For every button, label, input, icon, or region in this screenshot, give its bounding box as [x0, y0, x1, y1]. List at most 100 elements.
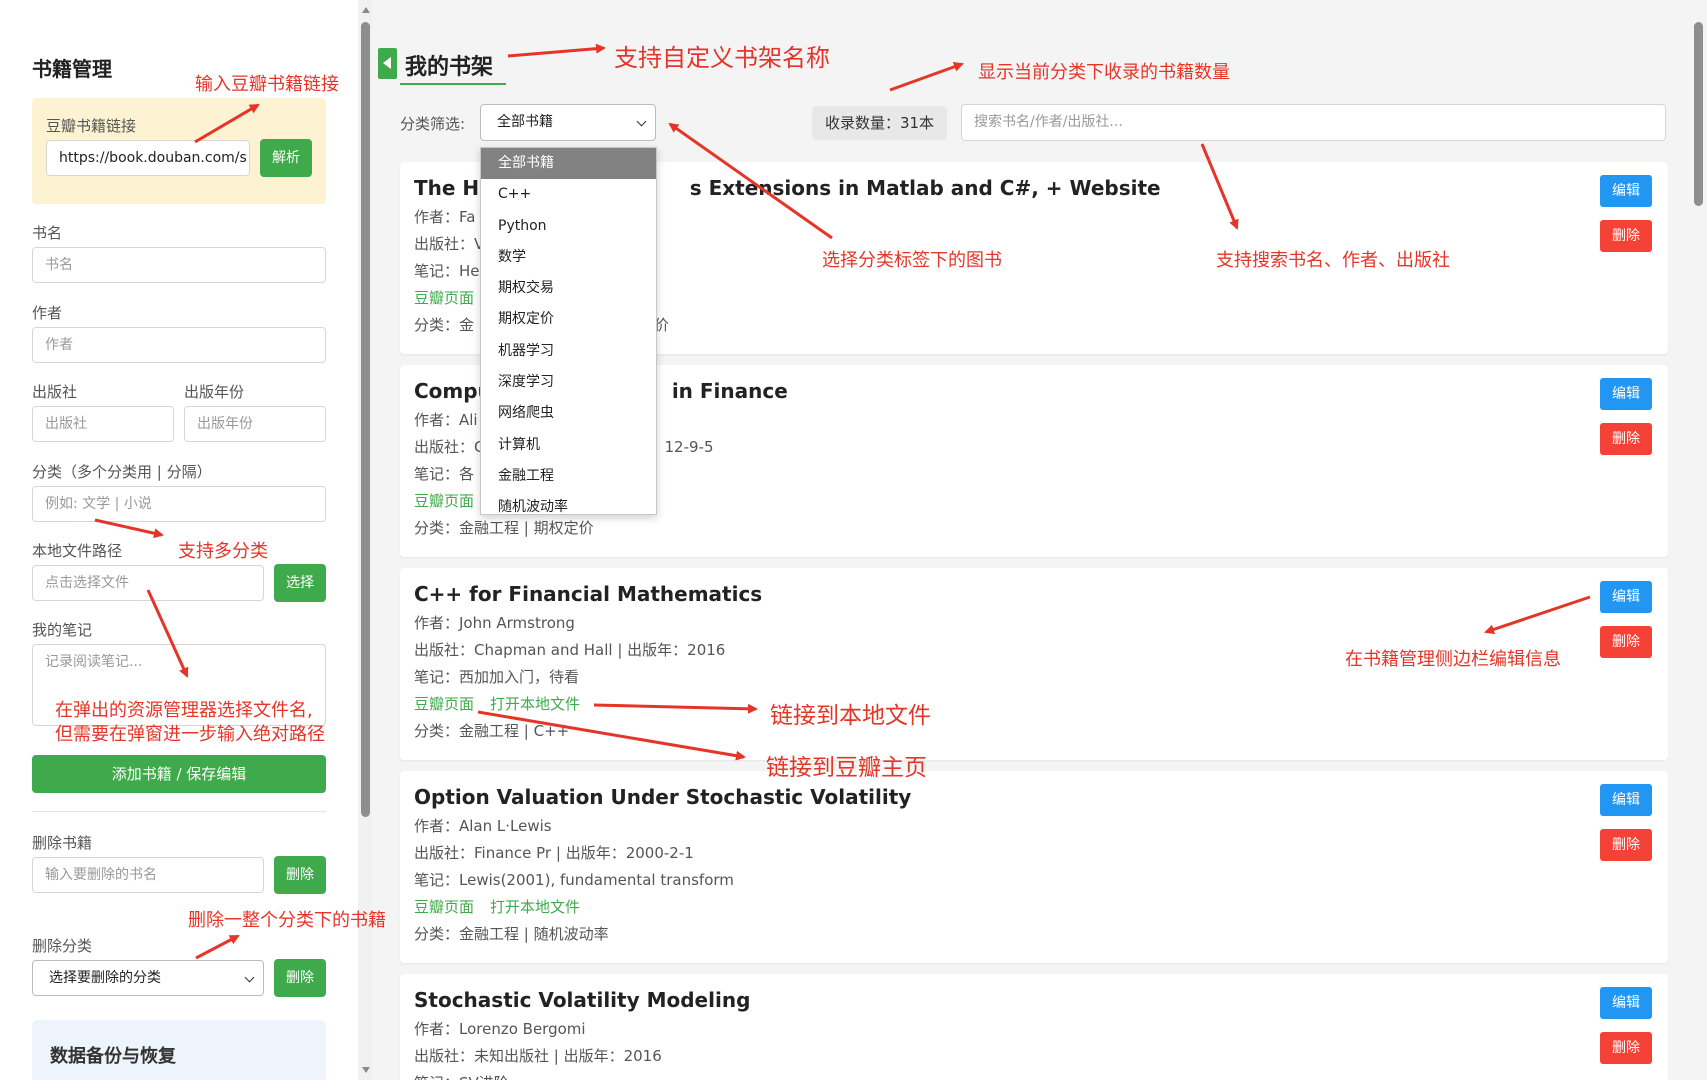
- annotation-text: 支持自定义书架名称: [614, 44, 830, 72]
- delete-category-select-value: 选择要删除的分类: [49, 970, 161, 986]
- dropdown-option[interactable]: 深度学习: [481, 367, 656, 398]
- annotation-text: 删除一整个分类下的书籍: [188, 910, 386, 931]
- delete-button[interactable]: 删除: [1600, 829, 1652, 861]
- book-category: 分类：金融工程 | C++: [414, 722, 570, 740]
- book-author: 作者：John Armstrong: [414, 614, 575, 632]
- book-publisher: 出版社：Chapman and Hall | 出版年：2016: [414, 641, 726, 659]
- category-filter-select[interactable]: 全部书籍: [480, 104, 656, 141]
- category-filter-value: 全部书籍: [497, 114, 553, 130]
- book-title: C++ for Financial Mathematics: [414, 582, 763, 606]
- book-notes: 笔记：Lewis(2001), fundamental transform: [414, 871, 734, 889]
- delete-button[interactable]: 删除: [1600, 1032, 1652, 1064]
- book-name-input[interactable]: 书名: [32, 247, 326, 283]
- delete-book-label: 删除书籍: [32, 834, 93, 852]
- page-scrollbar-thumb[interactable]: [1694, 22, 1703, 206]
- book-author: 作者：Alan L·Lewis: [414, 817, 552, 835]
- book-notes: 笔记：SV进阶: [414, 1072, 509, 1080]
- delete-button[interactable]: 删除: [1600, 423, 1652, 455]
- chevron-down-icon: [244, 972, 255, 983]
- file-path-input[interactable]: 点击选择文件: [32, 565, 264, 601]
- annotation-text: 链接到本地文件: [770, 703, 931, 729]
- dropdown-option[interactable]: 全部书籍: [481, 148, 656, 180]
- author-input[interactable]: 作者: [32, 327, 326, 363]
- open-local-file-link[interactable]: 打开本地文件: [490, 898, 580, 916]
- edit-button[interactable]: 编辑: [1600, 378, 1652, 410]
- dropdown-option[interactable]: Python: [481, 211, 656, 242]
- book-author: 作者：Fa: [414, 208, 476, 226]
- book-publisher: 出版社：未知出版社 | 出版年：2016: [414, 1047, 662, 1065]
- delete-category-label: 删除分类: [32, 937, 93, 955]
- choose-file-button[interactable]: 选择: [274, 564, 326, 602]
- dropdown-option[interactable]: 随机波动率: [481, 492, 656, 523]
- dropdown-option[interactable]: 计算机: [481, 430, 656, 461]
- year-label: 出版年份: [184, 383, 245, 401]
- annotation-text: 但需要在弹窗进一步输入绝对路径: [55, 724, 325, 745]
- book-card: Stochastic Volatility Modeling 作者：Lorenz…: [400, 974, 1668, 1080]
- book-name-label: 书名: [32, 224, 63, 242]
- book-count-badge: 收录数量：31本: [812, 106, 947, 140]
- book-category: 分类：金融工程 | 随机波动率: [414, 925, 609, 943]
- divider: [32, 811, 326, 812]
- douban-page-link[interactable]: 豆瓣页面: [414, 492, 474, 510]
- delete-category-button[interactable]: 删除: [274, 959, 326, 997]
- delete-book-input[interactable]: 输入要删除的书名: [32, 857, 264, 893]
- scroll-up-icon[interactable]: [362, 7, 370, 13]
- book-author: 作者：Lorenzo Bergomi: [414, 1020, 586, 1038]
- edit-button[interactable]: 编辑: [1600, 175, 1652, 207]
- dropdown-option[interactable]: 期权定价: [481, 304, 656, 335]
- annotation-text: 选择分类标签下的图书: [822, 250, 1002, 271]
- open-local-file-link[interactable]: 打开本地文件: [490, 695, 580, 713]
- douban-page-link[interactable]: 豆瓣页面: [414, 289, 474, 307]
- dropdown-option[interactable]: 数学: [481, 242, 656, 273]
- shelf-title[interactable]: 我的书架: [405, 49, 493, 81]
- author-label: 作者: [32, 304, 63, 322]
- douban-page-link[interactable]: 豆瓣页面: [414, 695, 474, 713]
- book-links: 豆瓣页面: [414, 490, 490, 511]
- annotation-text: 显示当前分类下收录的书籍数量: [978, 62, 1230, 83]
- dropdown-option[interactable]: 金融工程: [481, 461, 656, 492]
- book-card: Option Valuation Under Stochastic Volati…: [400, 771, 1668, 963]
- category-input[interactable]: 例如: 文学 | 小说: [32, 486, 326, 522]
- book-links: 豆瓣页面 打开本地文件: [414, 896, 596, 917]
- edit-button[interactable]: 编辑: [1600, 581, 1652, 613]
- publisher-input[interactable]: 出版社: [32, 406, 174, 442]
- backup-title: 数据备份与恢复: [50, 1046, 176, 1067]
- edit-button[interactable]: 编辑: [1600, 987, 1652, 1019]
- douban-link-label: 豆瓣书籍链接: [46, 117, 137, 135]
- chevron-down-icon: [636, 116, 647, 127]
- annotation-arrow: [889, 62, 964, 92]
- shelf-title-underline: [400, 83, 506, 85]
- file-path-label: 本地文件路径: [32, 542, 123, 560]
- delete-button[interactable]: 删除: [1600, 220, 1652, 252]
- annotation-text: 链接到豆瓣主页: [766, 755, 927, 781]
- delete-button[interactable]: 删除: [1600, 626, 1652, 658]
- publisher-label: 出版社: [32, 383, 78, 401]
- annotation-text: 在弹出的资源管理器选择文件名,: [55, 700, 313, 721]
- dropdown-option[interactable]: 期权交易: [481, 273, 656, 304]
- douban-link-input[interactable]: https://book.douban.com/s: [46, 140, 250, 176]
- dropdown-option[interactable]: 网络爬虫: [481, 398, 656, 429]
- book-notes: 笔记：各: [414, 465, 475, 483]
- book-author: 作者：Ali: [414, 411, 478, 429]
- delete-book-button[interactable]: 删除: [274, 856, 326, 894]
- year-input[interactable]: 出版年份: [184, 406, 326, 442]
- dropdown-option[interactable]: 机器学习: [481, 336, 656, 367]
- sidebar-title: 书籍管理: [32, 57, 112, 81]
- sidebar-scrollbar-thumb[interactable]: [361, 22, 370, 817]
- dropdown-option[interactable]: C++: [481, 179, 656, 210]
- delete-category-select[interactable]: 选择要删除的分类: [32, 960, 264, 996]
- category-dropdown-list: 全部书籍 C++ Python 数学 期权交易 期权定价 机器学习 深度学习 网…: [480, 147, 657, 515]
- search-input[interactable]: 搜索书名/作者/出版社...: [961, 104, 1666, 141]
- book-links: 豆瓣页面: [414, 287, 490, 308]
- scroll-down-icon[interactable]: [362, 1067, 370, 1073]
- edit-button[interactable]: 编辑: [1600, 784, 1652, 816]
- parse-button[interactable]: 解析: [260, 139, 312, 177]
- douban-page-link[interactable]: 豆瓣页面: [414, 898, 474, 916]
- book-title: Option Valuation Under Stochastic Volati…: [414, 785, 912, 809]
- book-notes: 笔记：He: [414, 262, 480, 280]
- book-links: 豆瓣页面 打开本地文件: [414, 693, 596, 714]
- annotation-text: 在书籍管理侧边栏编辑信息: [1345, 649, 1561, 670]
- add-save-button[interactable]: 添加书籍 / 保存编辑: [32, 755, 326, 793]
- annotation-text: 输入豆瓣书籍链接: [195, 74, 339, 95]
- triangle-left-icon: [383, 57, 391, 69]
